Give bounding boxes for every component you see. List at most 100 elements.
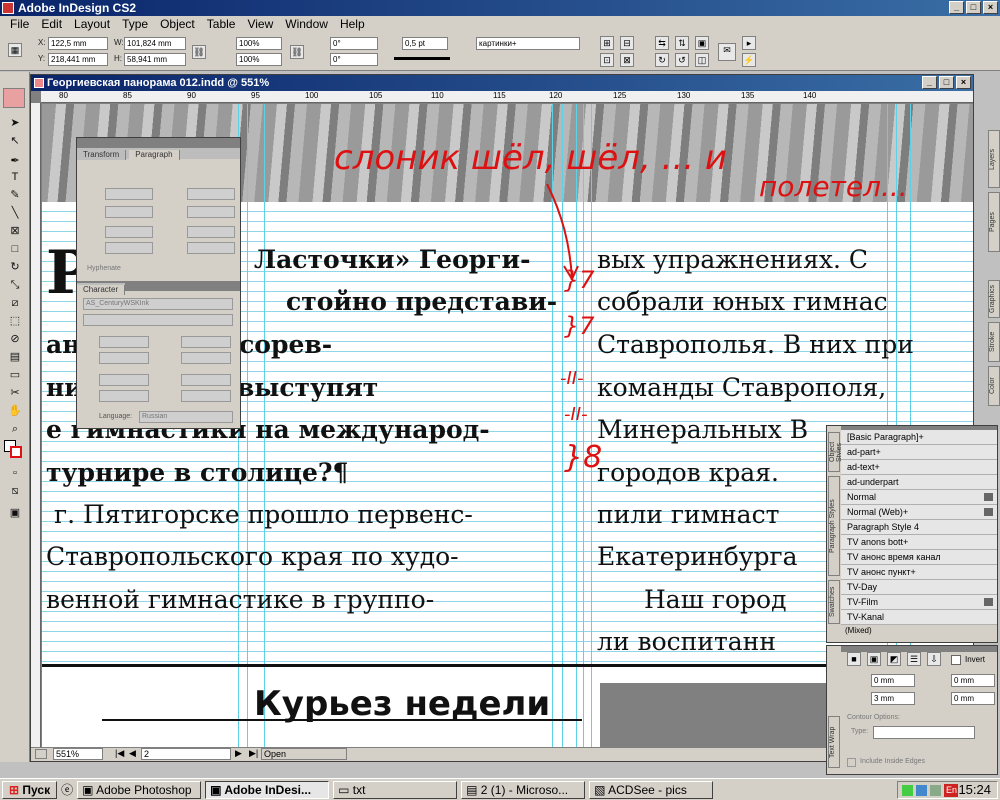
scale-tool-icon[interactable]: ⤡: [5, 276, 25, 294]
tab-character[interactable]: Character: [77, 285, 126, 295]
left-indent-field[interactable]: [105, 188, 153, 200]
type-tool-icon[interactable]: T: [5, 168, 25, 186]
side-tab-paragraph-styles[interactable]: Paragraph Styles: [828, 476, 840, 576]
y-field[interactable]: 218,441 mm: [48, 53, 108, 66]
side-tab-layers[interactable]: Layers: [988, 130, 1000, 188]
side-tab-swatches[interactable]: Swatches: [828, 580, 840, 624]
menu-view[interactable]: View: [241, 16, 279, 33]
style-item[interactable]: ad-part+: [841, 445, 997, 460]
minimize-button[interactable]: _: [949, 1, 964, 14]
vertical-scale-field[interactable]: [99, 374, 149, 386]
select-container-icon[interactable]: ▣: [695, 36, 709, 50]
side-tab-text-wrap[interactable]: Text Wrap: [828, 716, 840, 768]
jump-object-icon[interactable]: ☰: [907, 652, 921, 666]
palette-menu-icon[interactable]: ▸: [742, 36, 756, 50]
menu-help[interactable]: Help: [334, 16, 371, 33]
doc-close-button[interactable]: ×: [956, 76, 971, 89]
tray-icon[interactable]: [902, 785, 914, 796]
body-line[interactable]: пили гимнаст: [597, 500, 779, 529]
wrap-bottom-offset-field[interactable]: 3 mm: [871, 692, 915, 705]
menu-edit[interactable]: Edit: [35, 16, 68, 33]
body-line[interactable]: венной гимнастике в группо-: [46, 585, 434, 614]
style-item[interactable]: Normal (Web)+: [841, 505, 997, 520]
side-tab-color[interactable]: Color: [988, 366, 1000, 406]
body-line[interactable]: собрали юных гимнас: [597, 287, 888, 316]
font-family-field[interactable]: AS_CenturyWSKInk: [83, 298, 233, 310]
body-line[interactable]: Ласточки» Георги-: [254, 245, 530, 274]
last-page-icon[interactable]: ▶|: [249, 748, 258, 759]
baseline-shift-field[interactable]: [99, 390, 149, 402]
task-indesign[interactable]: ▣ Adobe InDesi...: [205, 780, 330, 799]
style-item[interactable]: ad-underpart: [841, 475, 997, 490]
menu-file[interactable]: File: [4, 16, 35, 33]
close-button[interactable]: ×: [983, 1, 998, 14]
fit-content-icon[interactable]: ⊞: [600, 36, 614, 50]
include-inside-edges-checkbox[interactable]: [847, 758, 856, 767]
menu-layout[interactable]: Layout: [68, 16, 116, 33]
zoom-field[interactable]: 551%: [53, 748, 103, 760]
vertical-ruler[interactable]: [31, 103, 41, 747]
first-page-icon[interactable]: |◀: [115, 748, 124, 759]
panel-title-bar[interactable]: [77, 138, 240, 148]
fit-frame-icon[interactable]: ⊟: [620, 36, 634, 50]
shear-tool-icon[interactable]: ⧄: [5, 294, 25, 312]
stroke-swatch-icon[interactable]: [10, 446, 22, 458]
side-tab-graphics[interactable]: Graphics: [988, 280, 1000, 318]
button-tool-icon[interactable]: ▭: [5, 366, 25, 384]
eyedropper-tool-icon[interactable]: ⊘: [5, 330, 25, 348]
style-item[interactable]: ad-text+: [841, 460, 997, 475]
shear-field[interactable]: 0°: [330, 53, 378, 66]
object-style-select[interactable]: картинки+: [476, 37, 580, 50]
skew-field[interactable]: [181, 390, 231, 402]
horizontal-ruler[interactable]: 80 85 90 95 100 105 110 115 120 125 130 …: [41, 91, 973, 103]
selection-tool-icon[interactable]: ➤: [5, 114, 25, 132]
constrain-proportions-icon[interactable]: ⛓: [192, 45, 206, 59]
side-tab-object-styles[interactable]: Object Styles: [828, 432, 843, 472]
tray-icon[interactable]: [916, 785, 928, 796]
body-line[interactable]: г. Пятигорске прошло первенс-: [54, 500, 473, 529]
select-content-icon[interactable]: ◫: [695, 53, 709, 67]
task-acdsee[interactable]: ▧ ACDSee - pics: [589, 780, 714, 799]
section-heading[interactable]: Курьез недели: [254, 684, 550, 724]
space-before-field[interactable]: [105, 226, 153, 238]
start-button[interactable]: ⊞ Пуск: [2, 780, 58, 799]
task-word[interactable]: ▤ 2 (1) - Microso...: [461, 780, 586, 799]
last-line-indent-field[interactable]: [187, 206, 235, 218]
prev-page-icon[interactable]: ◀: [129, 748, 136, 759]
style-item[interactable]: TV анонс время канал: [841, 550, 997, 565]
task-txt-folder[interactable]: ▭ txt: [333, 780, 458, 799]
tracking-field[interactable]: [181, 352, 231, 364]
drop-cap-lines-field[interactable]: [105, 242, 153, 254]
wrap-left-offset-field[interactable]: 0 mm: [951, 674, 995, 687]
invert-checkbox[interactable]: [951, 655, 961, 665]
maximize-button[interactable]: □: [966, 1, 981, 14]
formatting-container-icon[interactable]: ▫: [5, 464, 25, 482]
rotate-90-icon[interactable]: ↻: [655, 53, 669, 67]
hyphenate-label[interactable]: Hyphenate: [87, 265, 121, 272]
scale-y-field[interactable]: 100%: [236, 53, 282, 66]
font-style-field[interactable]: [83, 314, 233, 326]
hand-tool-icon[interactable]: ✋: [5, 402, 25, 420]
first-line-indent-field[interactable]: [105, 206, 153, 218]
menu-window[interactable]: Window: [279, 16, 334, 33]
body-line[interactable]: ли воспитанн: [597, 627, 776, 656]
height-field[interactable]: 58,941 mm: [124, 53, 186, 66]
language-select[interactable]: Russian: [139, 411, 233, 423]
zoom-tool-icon[interactable]: ⌕: [5, 420, 25, 438]
page-field[interactable]: 2: [141, 748, 231, 760]
leading-field[interactable]: [181, 336, 231, 348]
body-line[interactable]: турнире в столице?¶: [46, 458, 348, 487]
fit-proportional-icon[interactable]: ⊠: [620, 53, 634, 67]
drop-cap-chars-field[interactable]: [187, 242, 235, 254]
wrap-right-offset-field[interactable]: 0 mm: [951, 692, 995, 705]
style-item[interactable]: TV-Film: [841, 595, 997, 610]
rotate-ccw-icon[interactable]: ↺: [675, 53, 689, 67]
wrap-object-shape-icon[interactable]: ◩: [887, 652, 901, 666]
rotation-field[interactable]: 0°: [330, 37, 378, 50]
style-item[interactable]: TV-Kanal: [841, 610, 997, 625]
body-line[interactable]: Минеральных В: [597, 415, 808, 444]
scissors-tool-icon[interactable]: ✂: [5, 384, 25, 402]
horizontal-scale-field[interactable]: [181, 374, 231, 386]
clock[interactable]: 15:24: [958, 782, 991, 797]
tab-paragraph[interactable]: Paragraph: [129, 150, 180, 160]
